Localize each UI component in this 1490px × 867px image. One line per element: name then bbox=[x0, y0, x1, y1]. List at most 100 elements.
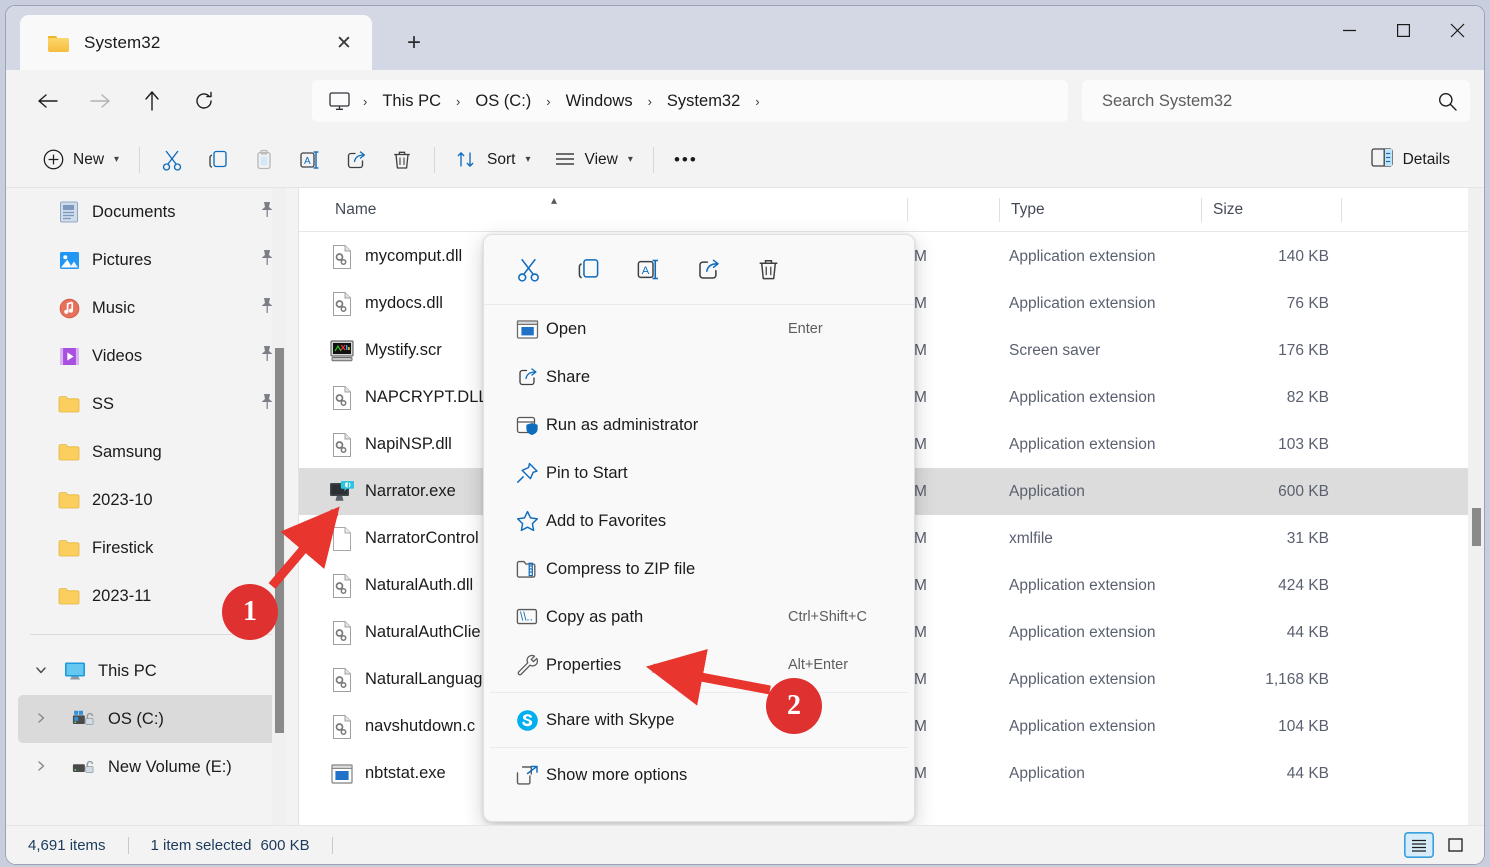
new-button[interactable]: New ▾ bbox=[30, 141, 130, 179]
more-button[interactable]: ••• bbox=[663, 141, 709, 179]
menu-item-share-with-skype[interactable]: Share with Skype bbox=[484, 696, 914, 744]
menu-item-label: Pin to Start bbox=[546, 464, 628, 483]
sidebar-tree-item-this-pc[interactable]: This PC bbox=[18, 647, 286, 695]
sidebar-item-pictures[interactable]: Pictures bbox=[18, 236, 286, 284]
sort-button[interactable]: Sort ▾ bbox=[444, 141, 541, 179]
close-icon[interactable]: ✕ bbox=[330, 29, 358, 57]
sidebar-item-ss[interactable]: SS bbox=[18, 380, 286, 428]
sidebar-item-firestick[interactable]: Firestick bbox=[18, 524, 286, 572]
sidebar-item-samsung[interactable]: Samsung bbox=[18, 428, 286, 476]
file-size-cell: 103 KB bbox=[1199, 436, 1329, 454]
menu-item-run-as-administrator[interactable]: Run as administrator bbox=[484, 401, 914, 449]
menu-item-label: Share with Skype bbox=[546, 711, 674, 730]
file-type-cell: Application extension bbox=[1009, 295, 1156, 313]
chevron-down-icon[interactable] bbox=[34, 663, 48, 680]
status-bar: 4,691 items 1 item selected 600 KB bbox=[6, 825, 1484, 864]
sidebar-item-label: 2023-10 bbox=[92, 491, 153, 510]
forward-arrow-icon[interactable] bbox=[74, 81, 126, 121]
this-pc-icon[interactable] bbox=[322, 92, 356, 111]
menu-item-compress-to-zip-file[interactable]: Compress to ZIP file bbox=[484, 545, 914, 593]
file-name-cell: NaturalAuth.dll bbox=[365, 576, 473, 595]
view-icon bbox=[553, 148, 577, 172]
more-options-icon bbox=[514, 762, 540, 788]
sidebar-tree-item-os-c-[interactable]: OS (C:) bbox=[18, 695, 286, 743]
file-type-cell: Application bbox=[1009, 765, 1085, 783]
menu-item-add-to-favorites[interactable]: Add to Favorites bbox=[484, 497, 914, 545]
cut-button[interactable] bbox=[149, 141, 195, 179]
rename-button[interactable]: A bbox=[287, 141, 333, 179]
view-button[interactable]: View ▾ bbox=[542, 141, 644, 179]
delete-button[interactable] bbox=[379, 141, 425, 179]
copy-button[interactable] bbox=[195, 141, 241, 179]
chevron-right-icon[interactable] bbox=[34, 759, 48, 776]
back-arrow-icon[interactable] bbox=[22, 81, 74, 121]
details-label: Details bbox=[1403, 151, 1450, 169]
properties-icon bbox=[514, 652, 540, 678]
file-size-cell: 1,168 KB bbox=[1199, 671, 1329, 689]
breadcrumb-separator: › bbox=[641, 94, 659, 109]
sidebar-tree-item-new-volume-e-[interactable]: New Volume (E:) bbox=[18, 743, 286, 791]
breadcrumb-item-this-pc[interactable]: This PC bbox=[374, 89, 449, 114]
sidebar-item-label: Documents bbox=[92, 203, 175, 222]
nav-pinned-list: Documents PicturesMusicVideosSSSamsung 202… bbox=[6, 188, 298, 620]
screen: System32 ✕ + bbox=[0, 0, 1490, 867]
shield-icon bbox=[514, 412, 540, 438]
menu-item-properties[interactable]: PropertiesAlt+Enter bbox=[484, 641, 914, 689]
file-type-cell: Application extension bbox=[1009, 248, 1156, 266]
sidebar-item-2023-10[interactable]: 2023-10 bbox=[18, 476, 286, 524]
title-bar: System32 ✕ + bbox=[6, 6, 1484, 70]
sidebar-scrollbar-thumb[interactable] bbox=[275, 348, 284, 733]
share-button[interactable] bbox=[333, 141, 379, 179]
file-name-cell: NapiNSP.dll bbox=[365, 435, 452, 454]
file-scrollbar-thumb[interactable] bbox=[1472, 508, 1481, 546]
maximize-icon[interactable] bbox=[1376, 6, 1430, 54]
menu-item-copy-as-path[interactable]: \\..Copy as pathCtrl+Shift+C bbox=[484, 593, 914, 641]
dll-icon bbox=[329, 714, 355, 740]
xml-icon bbox=[329, 526, 355, 552]
rename-button[interactable]: A bbox=[618, 248, 678, 292]
refresh-icon[interactable] bbox=[178, 81, 230, 121]
up-arrow-icon[interactable] bbox=[126, 81, 178, 121]
delete-button[interactable] bbox=[738, 248, 798, 292]
tab-system32[interactable]: System32 ✕ bbox=[20, 15, 372, 70]
column-header-size[interactable]: Size bbox=[1213, 188, 1243, 232]
chevron-right-icon[interactable] bbox=[34, 711, 48, 728]
tab-title: System32 bbox=[84, 33, 160, 53]
menu-item-label: Open bbox=[546, 320, 586, 339]
folder-icon bbox=[58, 441, 80, 463]
item-count-label: 4,691 items bbox=[28, 837, 106, 854]
file-name-cell: Mystify.scr bbox=[365, 341, 442, 360]
column-header-type[interactable]: Type bbox=[1011, 188, 1045, 232]
file-size-cell: 44 KB bbox=[1199, 765, 1329, 783]
dll-icon bbox=[329, 291, 355, 317]
column-header-name[interactable]: Name bbox=[335, 188, 376, 232]
folder-icon bbox=[58, 585, 80, 607]
close-window-icon[interactable] bbox=[1430, 6, 1484, 54]
sidebar-tree-item-label: OS (C:) bbox=[108, 710, 164, 729]
paste-button[interactable] bbox=[241, 141, 287, 179]
large-icons-view-icon[interactable] bbox=[1440, 832, 1470, 858]
breadcrumb-item-os-c[interactable]: OS (C:) bbox=[467, 89, 539, 114]
menu-item-show-more-options[interactable]: Show more options bbox=[484, 751, 914, 799]
share-button[interactable] bbox=[678, 248, 738, 292]
breadcrumb-item-windows[interactable]: Windows bbox=[558, 89, 641, 114]
details-pane-button[interactable]: Details bbox=[1363, 141, 1458, 179]
menu-item-open[interactable]: OpenEnter bbox=[484, 305, 914, 353]
search-input[interactable] bbox=[1082, 92, 1424, 111]
menu-item-share[interactable]: Share bbox=[484, 353, 914, 401]
documents-icon bbox=[58, 201, 80, 223]
file-date-cell: M bbox=[914, 671, 927, 689]
search-icon[interactable] bbox=[1424, 92, 1470, 111]
breadcrumb-item-system32[interactable]: System32 bbox=[659, 89, 748, 114]
minimize-icon[interactable] bbox=[1322, 6, 1376, 54]
menu-item-pin-to-start[interactable]: Pin to Start bbox=[484, 449, 914, 497]
sidebar-item-documents[interactable]: Documents bbox=[18, 188, 286, 236]
copy-button[interactable] bbox=[558, 248, 618, 292]
search-box[interactable] bbox=[1082, 80, 1470, 122]
details-view-icon[interactable] bbox=[1404, 832, 1434, 858]
cut-button[interactable] bbox=[498, 248, 558, 292]
new-tab-button[interactable]: + bbox=[398, 28, 430, 58]
sidebar-item-music[interactable]: Music bbox=[18, 284, 286, 332]
column-header-date[interactable]: Date modified bbox=[919, 188, 1015, 232]
sidebar-item-videos[interactable]: Videos bbox=[18, 332, 286, 380]
